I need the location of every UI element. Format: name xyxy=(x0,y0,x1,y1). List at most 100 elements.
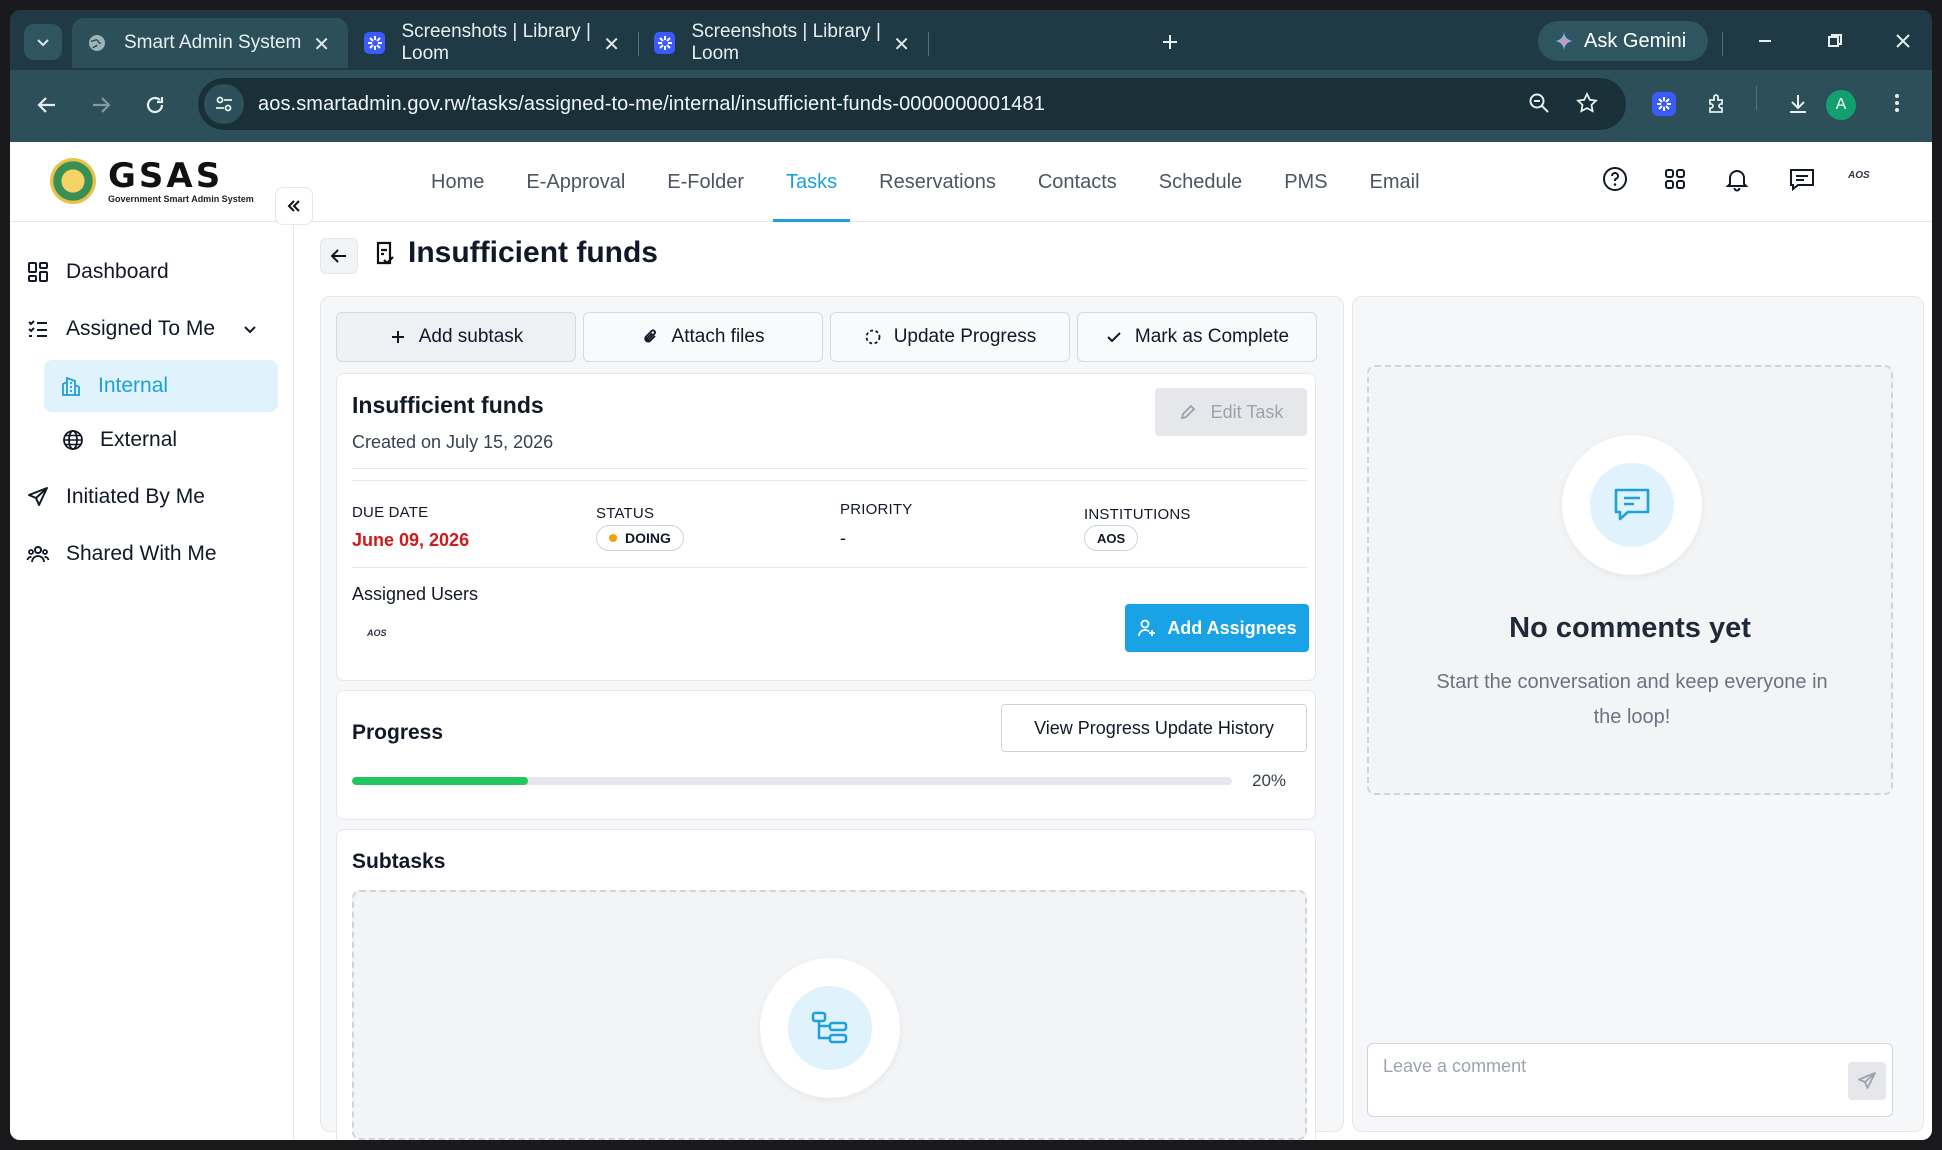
divider xyxy=(352,567,1307,568)
task-clipboard-icon xyxy=(376,241,394,265)
users-icon xyxy=(26,546,50,563)
reload-icon xyxy=(146,96,164,114)
edit-task-button[interactable]: Edit Task xyxy=(1155,388,1307,436)
nav-pms[interactable]: PMS xyxy=(1263,142,1348,222)
new-tab-button[interactable] xyxy=(1160,32,1180,52)
double-chevron-left-icon xyxy=(287,200,300,212)
tab-loom-1[interactable]: Screenshots | Library | Loom ✕ xyxy=(350,18,638,68)
site-info-icon[interactable] xyxy=(204,84,244,124)
zoom-icon[interactable] xyxy=(1528,92,1550,114)
sidebar-item-external[interactable]: External xyxy=(62,414,177,466)
mark-complete-button[interactable]: Mark as Complete xyxy=(1077,312,1317,362)
globe-icon xyxy=(63,430,83,450)
institutions-label: INSTITUTIONS xyxy=(1084,506,1191,523)
comment-input[interactable] xyxy=(1383,1056,1823,1077)
assigned-users-label: Assigned Users xyxy=(352,584,479,604)
sidebar-item-label: Initiated By Me xyxy=(66,485,205,508)
button-label: Mark as Complete xyxy=(1134,326,1290,347)
dashboard-icon xyxy=(28,262,48,282)
more-vertical-icon[interactable] xyxy=(1894,92,1900,114)
arrow-left-icon xyxy=(37,97,55,113)
user-avatar[interactable]: AOS xyxy=(1848,170,1870,181)
minimize-button[interactable] xyxy=(1756,32,1774,50)
close-icon[interactable]: ✕ xyxy=(603,32,620,57)
forward-button[interactable] xyxy=(90,94,112,116)
message-icon xyxy=(1614,488,1650,521)
arrow-right-icon xyxy=(93,97,111,113)
sidebar-item-shared-with-me[interactable]: Shared With Me xyxy=(26,528,217,580)
add-assignees-button[interactable]: Add Assignees xyxy=(1125,604,1309,652)
nav-home[interactable]: Home xyxy=(410,142,505,222)
plus-icon xyxy=(1163,35,1177,49)
ask-gemini-button[interactable]: Ask Gemini xyxy=(1538,21,1708,61)
divider xyxy=(352,468,1307,469)
sidebar-item-initiated-by-me[interactable]: Initiated By Me xyxy=(26,471,205,523)
task-info-card: Insufficient funds Created on July 15, 2… xyxy=(336,373,1316,681)
nav-e-folder[interactable]: E-Folder xyxy=(646,142,765,222)
add-subtask-button[interactable]: Add subtask xyxy=(336,312,576,362)
progress-bar xyxy=(352,777,1232,785)
progress-percent: 20% xyxy=(1252,771,1287,790)
back-button[interactable] xyxy=(36,94,58,116)
status-badge: DOING xyxy=(596,525,684,551)
help-icon[interactable] xyxy=(1602,166,1628,192)
tab-separator xyxy=(928,32,929,56)
apps-grid-icon[interactable] xyxy=(1662,166,1688,192)
check-icon xyxy=(1107,332,1121,343)
close-window-button[interactable] xyxy=(1894,32,1912,50)
tab-loom-2[interactable]: Screenshots | Library | Loom ✕ xyxy=(640,18,928,68)
government-seal-icon xyxy=(50,158,96,204)
subtasks-card: Subtasks xyxy=(336,829,1316,1140)
sidebar: Dashboard Assigned To Me Internal Extern… xyxy=(10,222,294,1140)
tab-smart-admin[interactable]: Smart Admin System ✕ xyxy=(72,18,348,68)
logo-name: GSAS xyxy=(108,155,224,196)
logo-subtitle: Government Smart Admin System xyxy=(108,193,254,204)
close-icon[interactable]: ✕ xyxy=(313,32,330,57)
nav-e-approval[interactable]: E-Approval xyxy=(505,142,646,222)
priority-value: - xyxy=(840,528,846,548)
subtasks-tree-icon xyxy=(811,1011,848,1044)
page: GSAS Government Smart Admin System Home … xyxy=(10,142,1932,1140)
nav-contacts[interactable]: Contacts xyxy=(1017,142,1138,222)
tab-search-button[interactable] xyxy=(24,24,62,60)
extensions-puzzle-icon[interactable] xyxy=(1706,92,1730,116)
restore-button[interactable] xyxy=(1826,32,1844,50)
bell-icon[interactable] xyxy=(1724,166,1750,192)
building-icon xyxy=(62,376,80,396)
close-icon[interactable]: ✕ xyxy=(893,32,910,57)
sidebar-item-dashboard[interactable]: Dashboard xyxy=(26,246,169,298)
attach-files-button[interactable]: Attach files xyxy=(583,312,823,362)
restore-icon xyxy=(1828,34,1842,47)
loader-icon xyxy=(865,329,881,345)
view-progress-history-button[interactable]: View Progress Update History xyxy=(1001,704,1307,752)
download-icon[interactable] xyxy=(1786,92,1810,116)
due-date-label: DUE DATE xyxy=(352,504,429,521)
back-button[interactable] xyxy=(320,238,358,274)
send-comment-button[interactable] xyxy=(1848,1062,1886,1100)
nav-email[interactable]: Email xyxy=(1349,142,1441,222)
bookmark-star-icon[interactable] xyxy=(1576,92,1598,114)
nav-tasks[interactable]: Tasks xyxy=(765,142,858,222)
chat-icon[interactable] xyxy=(1788,166,1816,192)
nav-schedule[interactable]: Schedule xyxy=(1138,142,1263,222)
task-name: Insufficient funds xyxy=(352,392,544,418)
list-check-icon xyxy=(28,320,47,337)
profile-avatar[interactable]: A xyxy=(1826,90,1856,120)
collapse-sidebar-button[interactable] xyxy=(275,187,313,225)
comments-empty-state: No comments yet Start the conversation a… xyxy=(1367,365,1893,795)
sidebar-item-assigned-to-me[interactable]: Assigned To Me xyxy=(26,303,259,355)
browser-window: Smart Admin System ✕ Screenshots | Libra… xyxy=(10,10,1932,1140)
loom-icon xyxy=(654,32,676,54)
update-progress-button[interactable]: Update Progress xyxy=(830,312,1070,362)
priority-label: PRIORITY xyxy=(840,501,913,518)
loom-extension-icon[interactable] xyxy=(1652,92,1676,116)
reload-button[interactable] xyxy=(144,94,166,116)
close-icon xyxy=(1896,34,1910,48)
gsas-logo[interactable]: GSAS Government Smart Admin System xyxy=(50,158,254,204)
assignee-avatar[interactable]: AOS xyxy=(367,628,387,638)
sidebar-item-label: Shared With Me xyxy=(66,542,217,565)
subtasks-title: Subtasks xyxy=(352,850,446,873)
sidebar-item-internal[interactable]: Internal xyxy=(44,360,278,412)
nav-reservations[interactable]: Reservations xyxy=(858,142,1017,222)
address-bar[interactable]: aos.smartadmin.gov.rw/tasks/assigned-to-… xyxy=(198,78,1626,130)
